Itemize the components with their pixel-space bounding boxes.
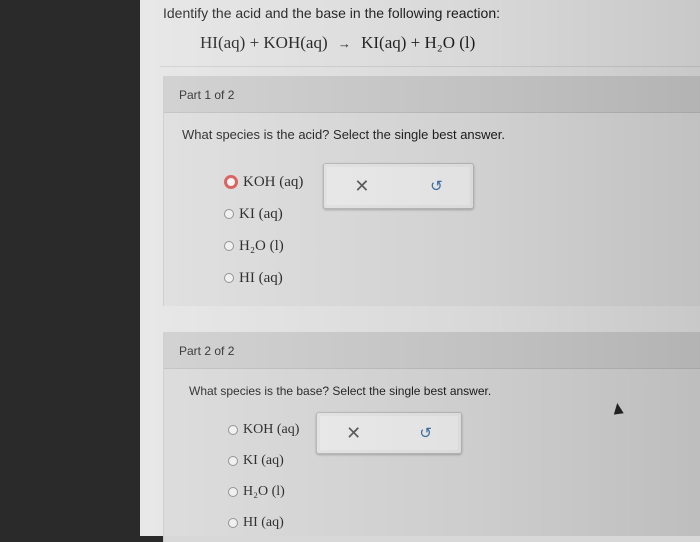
reaction-equation: HI(aq) + KOH(aq) → KI(aq) + H₂O (l) bbox=[200, 33, 476, 52]
part-1-option-koh[interactable]: KOH (aq) bbox=[224, 166, 303, 198]
part-2-header: Part 2 of 2 bbox=[164, 332, 700, 369]
radio-button[interactable] bbox=[224, 241, 234, 251]
part-2-card: Part 2 of 2 What species is the base? Se… bbox=[163, 332, 700, 542]
part-2-option-h2o[interactable]: H₂O (l) bbox=[228, 476, 299, 507]
product-ki: KI(aq) bbox=[361, 33, 407, 52]
product-h2o: H₂O (l) bbox=[424, 33, 476, 52]
part-1-option-hi[interactable]: HI (aq) bbox=[224, 262, 303, 294]
clear-icon[interactable]: ✕ bbox=[346, 423, 361, 444]
radio-button[interactable] bbox=[228, 486, 238, 497]
part-1-option-ki[interactable]: KI (aq) bbox=[224, 198, 303, 230]
part-1-card: Part 1 of 2 What species is the acid? Se… bbox=[163, 76, 700, 306]
question-prompt: Identify the acid and the base in the fo… bbox=[163, 5, 500, 21]
radio-button[interactable] bbox=[228, 517, 238, 528]
part-2-title: Part 2 of 2 bbox=[179, 344, 235, 358]
undo-icon[interactable]: ↺ bbox=[430, 177, 443, 195]
part-1-header: Part 1 of 2 bbox=[164, 76, 700, 113]
part-2-option-koh[interactable]: KOH (aq) bbox=[228, 414, 299, 445]
clear-icon[interactable]: ✕ bbox=[354, 176, 369, 197]
part-2-option-ki[interactable]: KI (aq) bbox=[228, 445, 299, 476]
reaction-arrow-icon: → bbox=[337, 36, 351, 51]
divider bbox=[160, 66, 700, 67]
reactant-hi: HI(aq) bbox=[200, 33, 246, 52]
radio-button[interactable] bbox=[224, 273, 234, 283]
undo-icon[interactable]: ↺ bbox=[419, 424, 432, 442]
part-2-answer-tools: ✕ ↺ bbox=[316, 412, 462, 454]
part-1-option-h2o[interactable]: H₂O (l) bbox=[224, 230, 303, 262]
radio-button-selected[interactable] bbox=[224, 175, 238, 189]
part-2-options: KOH (aq) KI (aq) H₂O (l) HI (aq) bbox=[228, 414, 299, 538]
part-1-question: What species is the acid? Select the sin… bbox=[182, 127, 506, 142]
part-2-option-hi[interactable]: HI (aq) bbox=[228, 507, 299, 538]
radio-button[interactable] bbox=[224, 209, 234, 219]
part-2-question: What species is the base? Select the sin… bbox=[189, 384, 492, 398]
part-1-title: Part 1 of 2 bbox=[179, 88, 235, 102]
reactant-koh: KOH(aq) bbox=[263, 33, 328, 52]
mouse-cursor-icon bbox=[612, 402, 624, 415]
radio-button[interactable] bbox=[228, 455, 238, 466]
assignment-page: Identify the acid and the base in the fo… bbox=[140, 0, 700, 542]
part-1-answer-tools: ✕ ↺ bbox=[323, 163, 474, 209]
radio-button[interactable] bbox=[228, 424, 238, 435]
part-1-options: KOH (aq) KI (aq) H₂O (l) HI (aq) bbox=[224, 166, 303, 294]
